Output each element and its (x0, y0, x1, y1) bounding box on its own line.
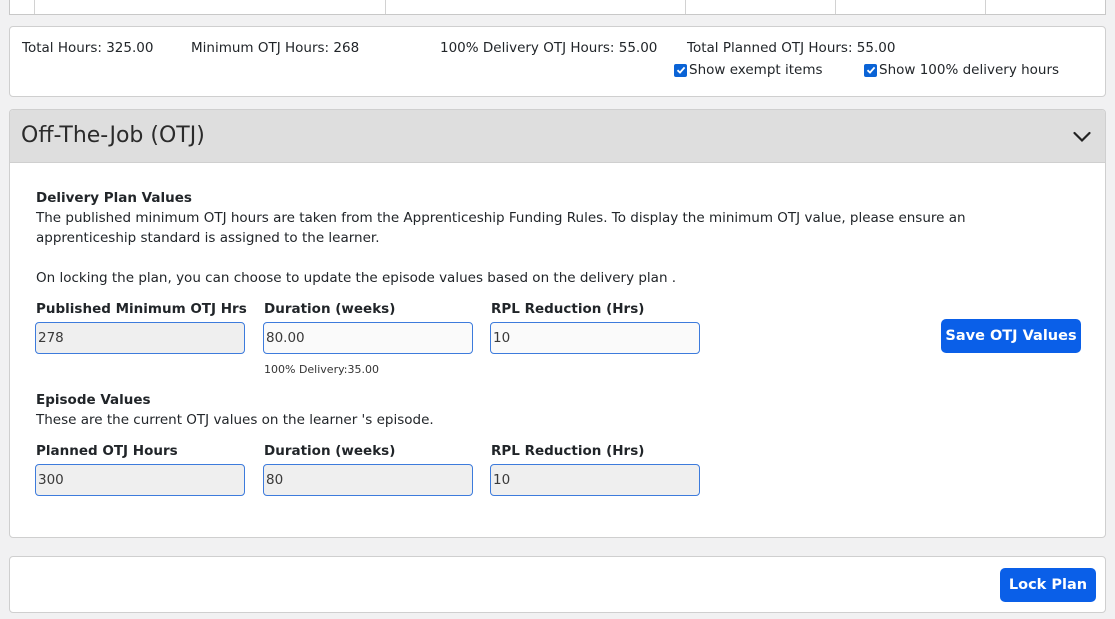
planned-otj-label: Planned OTJ Hours (36, 443, 178, 459)
table-column-divider (34, 0, 35, 14)
check-icon (866, 66, 875, 74)
episode-duration-label: Duration (weeks) (264, 443, 396, 459)
delivery-plan-description: The published minimum OTJ hours are take… (36, 210, 966, 246)
total-hours: Total Hours: 325.00 (22, 40, 154, 56)
show-delivery-toggle[interactable]: Show 100% delivery hours (864, 62, 1059, 78)
otj-panel-header[interactable]: Off-The-Job (OTJ) (10, 110, 1105, 163)
save-otj-values-button[interactable]: Save OTJ Values (941, 319, 1081, 353)
show-delivery-label: Show 100% delivery hours (879, 62, 1060, 78)
check-icon (676, 66, 685, 74)
show-exempt-label: Show exempt items (689, 62, 823, 78)
rpl-input[interactable] (490, 322, 700, 354)
hours-summary-panel: Total Hours: 325.00 Minimum OTJ Hours: 2… (9, 26, 1106, 97)
published-min-input[interactable] (35, 322, 245, 354)
delivery-plan-heading: Delivery Plan Values (36, 190, 192, 206)
table-column-divider (835, 0, 836, 14)
episode-values-heading: Episode Values (36, 392, 151, 408)
planned-otj-input[interactable] (35, 464, 245, 496)
show-delivery-checkbox[interactable] (864, 63, 877, 77)
minimum-otj-hours: Minimum OTJ Hours: 268 (191, 40, 360, 56)
table-column-divider (685, 0, 686, 14)
show-exempt-toggle[interactable]: Show exempt items (674, 62, 823, 78)
table-column-divider (385, 0, 386, 14)
locking-note: On locking the plan, you can choose to u… (36, 270, 677, 286)
otj-panel-title: Off-The-Job (OTJ) (21, 123, 205, 148)
rpl-label: RPL Reduction (Hrs) (491, 301, 645, 317)
episode-duration-input[interactable] (263, 464, 473, 496)
lock-plan-button[interactable]: Lock Plan (1000, 568, 1096, 602)
table-bottom-edge (9, 0, 1106, 15)
episode-rpl-input[interactable] (490, 464, 700, 496)
total-planned-otj-hours: Total Planned OTJ Hours: 55.00 (687, 40, 896, 56)
plan-actions-footer: Lock Plan (9, 556, 1106, 613)
show-exempt-checkbox[interactable] (674, 63, 687, 77)
episode-rpl-label: RPL Reduction (Hrs) (491, 443, 645, 459)
delivery-otj-hours: 100% Delivery OTJ Hours: 55.00 (440, 40, 658, 56)
otj-panel: Off-The-Job (OTJ) Delivery Plan Values T… (9, 109, 1106, 538)
duration-input[interactable] (263, 322, 473, 354)
published-min-label: Published Minimum OTJ Hrs (36, 301, 247, 317)
chevron-down-icon[interactable] (1073, 128, 1091, 147)
duration-label: Duration (weeks) (264, 301, 396, 317)
episode-values-description: These are the current OTJ values on the … (36, 412, 434, 428)
table-column-divider (985, 0, 986, 14)
duration-delivery-hint: 100% Delivery:35.00 (264, 363, 380, 376)
